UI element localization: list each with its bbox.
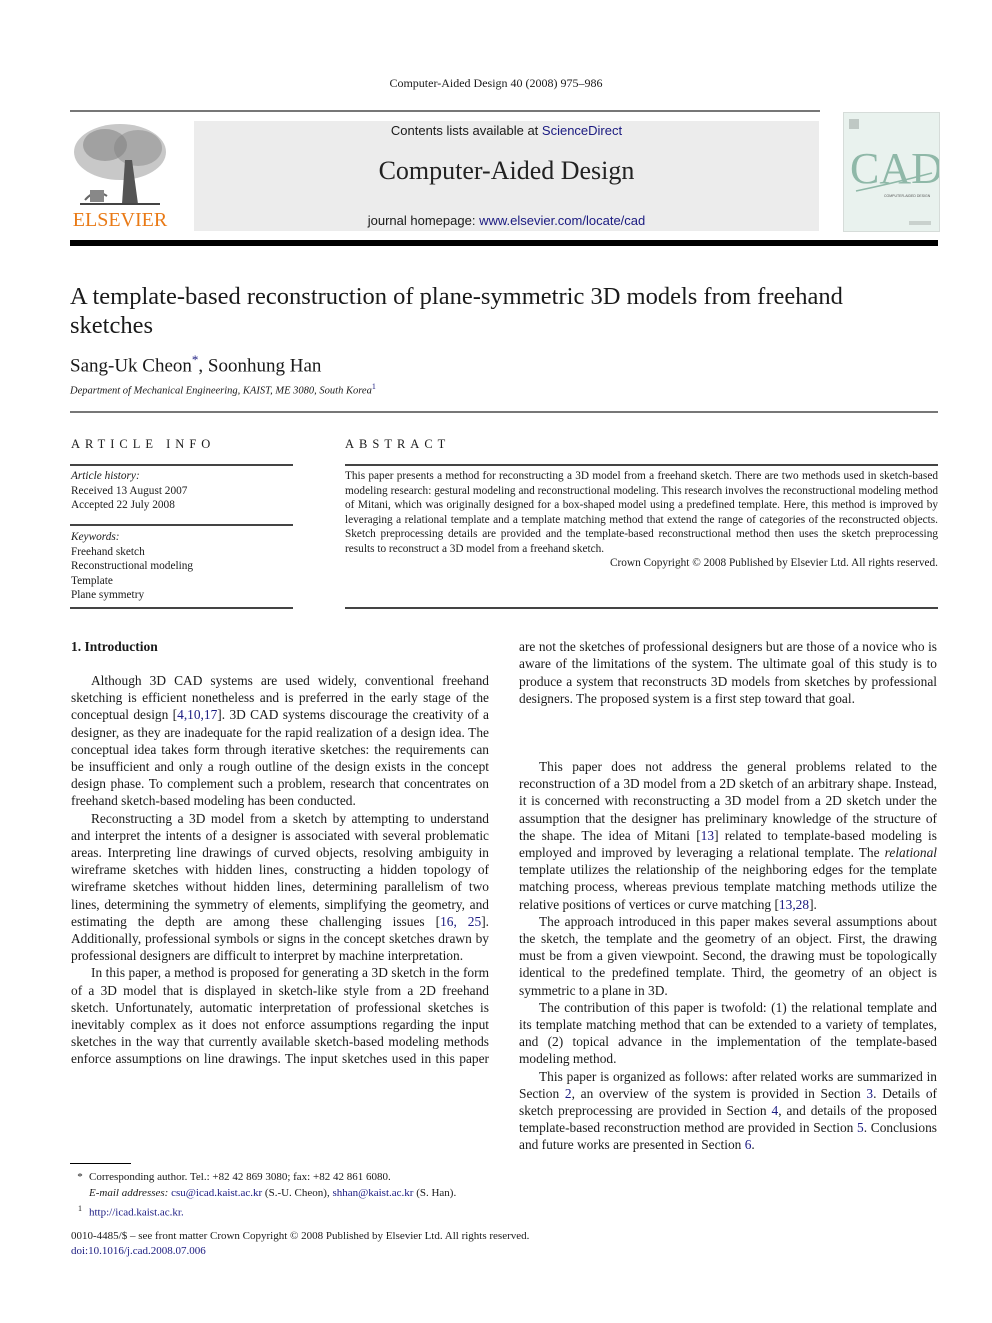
divider [70,607,293,609]
footnote-mark: * [77,1171,83,1183]
body-column-right: In this paper, a method is proposed for … [519,638,937,1154]
paragraph-continuation: In this paper, a method is proposed for … [519,638,937,758]
homepage-line: journal homepage: www.elsevier.com/locat… [194,213,819,228]
body-column-left: Although 3D CAD systems are used widely,… [71,672,489,1067]
divider [70,464,293,466]
paragraph: In this paper, a method is proposed for … [519,638,937,707]
text: . [751,1137,755,1153]
header-rule [70,110,820,112]
history-label: Article history: [71,470,140,482]
affiliation-text: Department of Mechanical Engineering, KA… [70,385,372,397]
footnotes: * Corresponding author. Tel.: +82 42 869 … [71,1169,456,1221]
cover-title: CAD [850,144,939,193]
abstract-text: This paper presents a method for reconst… [345,470,938,555]
text: Reconstructing a 3D model from a sketch … [71,810,489,929]
elsevier-logo[interactable]: ELSEVIER [70,120,170,232]
citation-link[interactable]: 13 [701,828,714,843]
keyword: Plane symmetry [71,589,145,601]
article-title: A template-based reconstruction of plane… [70,283,843,339]
homepage-prefix: journal homepage: [367,213,480,228]
emphasis: relational [884,845,937,861]
issn-line: 0010-4485/$ – see front matter Crown Cop… [71,1230,530,1242]
section-link[interactable]: 2 [565,1086,572,1101]
email-label: E-mail addresses: [89,1187,169,1199]
text: , an overview of the system is provided … [571,1085,867,1101]
citation-link[interactable]: 13,28 [779,897,809,912]
elsevier-wordmark: ELSEVIER [72,209,168,231]
accepted-date: Accepted 22 July 2008 [71,499,175,511]
text: In this paper, a method is proposed for … [519,639,937,706]
paragraph: Reconstructing a 3D model from a sketch … [71,810,489,965]
footnote-corresponding: * Corresponding author. Tel.: +82 42 869 … [71,1169,456,1185]
text: ]. [809,896,817,912]
divider [70,524,293,526]
abstract-heading: ABSTRACT [345,437,451,451]
url-link[interactable]: http://icad.kaist.ac.kr. [89,1207,184,1219]
text: (S.-U. Cheon), [262,1187,333,1199]
front-matter: 0010-4485/$ – see front matter Crown Cop… [71,1229,529,1259]
text: template utilizes the relationship of th… [519,862,937,912]
email-link[interactable]: csu@icad.kaist.ac.kr [171,1187,262,1199]
citation-link[interactable]: 16, 25 [440,914,481,929]
paragraph: This paper is organized as follows: afte… [519,1068,937,1154]
affiliation-footnote-mark[interactable]: 1 [372,382,376,391]
keywords-label: Keywords: [71,531,120,543]
footnote-url: 1 http://icad.kaist.ac.kr. [71,1201,456,1221]
author-list: Sang-Uk Cheon*, Soonhung Han [70,352,321,377]
journal-title: Computer-Aided Design [378,156,635,185]
keyword: Freehand sketch [71,545,145,558]
journal-cover-thumbnail[interactable]: CAD COMPUTER-AIDED DESIGN [843,112,943,232]
author-name: Sang-Uk Cheon [70,355,192,377]
divider [345,464,938,466]
affiliation-rule [70,411,938,413]
footnote-mark: 1 [78,1204,82,1213]
text: In this paper, a method is proposed for … [71,965,489,1067]
paragraph: This paper does not address the general … [519,758,937,913]
keyword: Reconstructional modeling [71,560,194,572]
keywords: Keywords: Freehand sketch Reconstruction… [71,530,193,603]
journal-masthead: Contents lists available at ScienceDirec… [194,121,819,231]
contents-line: Contents lists available at ScienceDirec… [194,123,819,138]
email-link[interactable]: shhan@kaist.ac.kr [332,1187,413,1199]
abstract-copyright: Crown Copyright © 2008 Published by Else… [609,557,938,569]
footnote-rule [70,1163,131,1164]
section-heading: 1. Introduction [71,639,158,654]
text: (S. Han). [413,1187,457,1199]
paragraph: Although 3D CAD systems are used widely,… [71,672,489,810]
paragraph: The approach introduced in this paper ma… [519,913,937,998]
sciencedirect-link[interactable]: ScienceDirect [542,123,622,138]
masthead-thick-rule [70,240,938,246]
article-history: Article history: Received 13 August 2007… [71,469,187,513]
homepage-link[interactable]: www.elsevier.com/locate/cad [479,213,645,228]
keyword: Template [71,574,113,587]
paragraph: In this paper, a method is proposed for … [71,964,489,1067]
author-separator: , [198,355,208,377]
running-head: Computer-Aided Design 40 (2008) 975–986 [389,76,603,90]
paragraph: The contribution of this paper is twofol… [519,999,937,1067]
received-date: Received 13 August 2007 [71,484,188,497]
section-link[interactable]: 5 [857,1120,864,1135]
author-name: Soonhung Han [207,355,322,377]
doi-link[interactable]: doi:10.1016/j.cad.2008.07.006 [71,1244,529,1259]
article-info-heading: ARTICLE INFO [71,437,216,451]
text: ]. 3D CAD systems discourage the creativ… [71,707,489,809]
tree-icon [74,124,166,205]
footnote-emails: E-mail addresses: csu@icad.kaist.ac.kr (… [71,1185,456,1201]
contents-prefix: Contents lists available at [390,123,542,138]
cover-subtitle: COMPUTER-AIDED DESIGN [884,194,931,198]
text: Corresponding author. Tel.: +82 42 869 3… [89,1171,391,1183]
cad-cover-icon: CAD COMPUTER-AIDED DESIGN [849,119,943,225]
abstract: This paper presents a method for reconst… [345,469,938,571]
divider [345,607,938,609]
affiliation: Department of Mechanical Engineering, KA… [70,382,376,397]
citation-link[interactable]: 4,10,17 [177,707,217,722]
